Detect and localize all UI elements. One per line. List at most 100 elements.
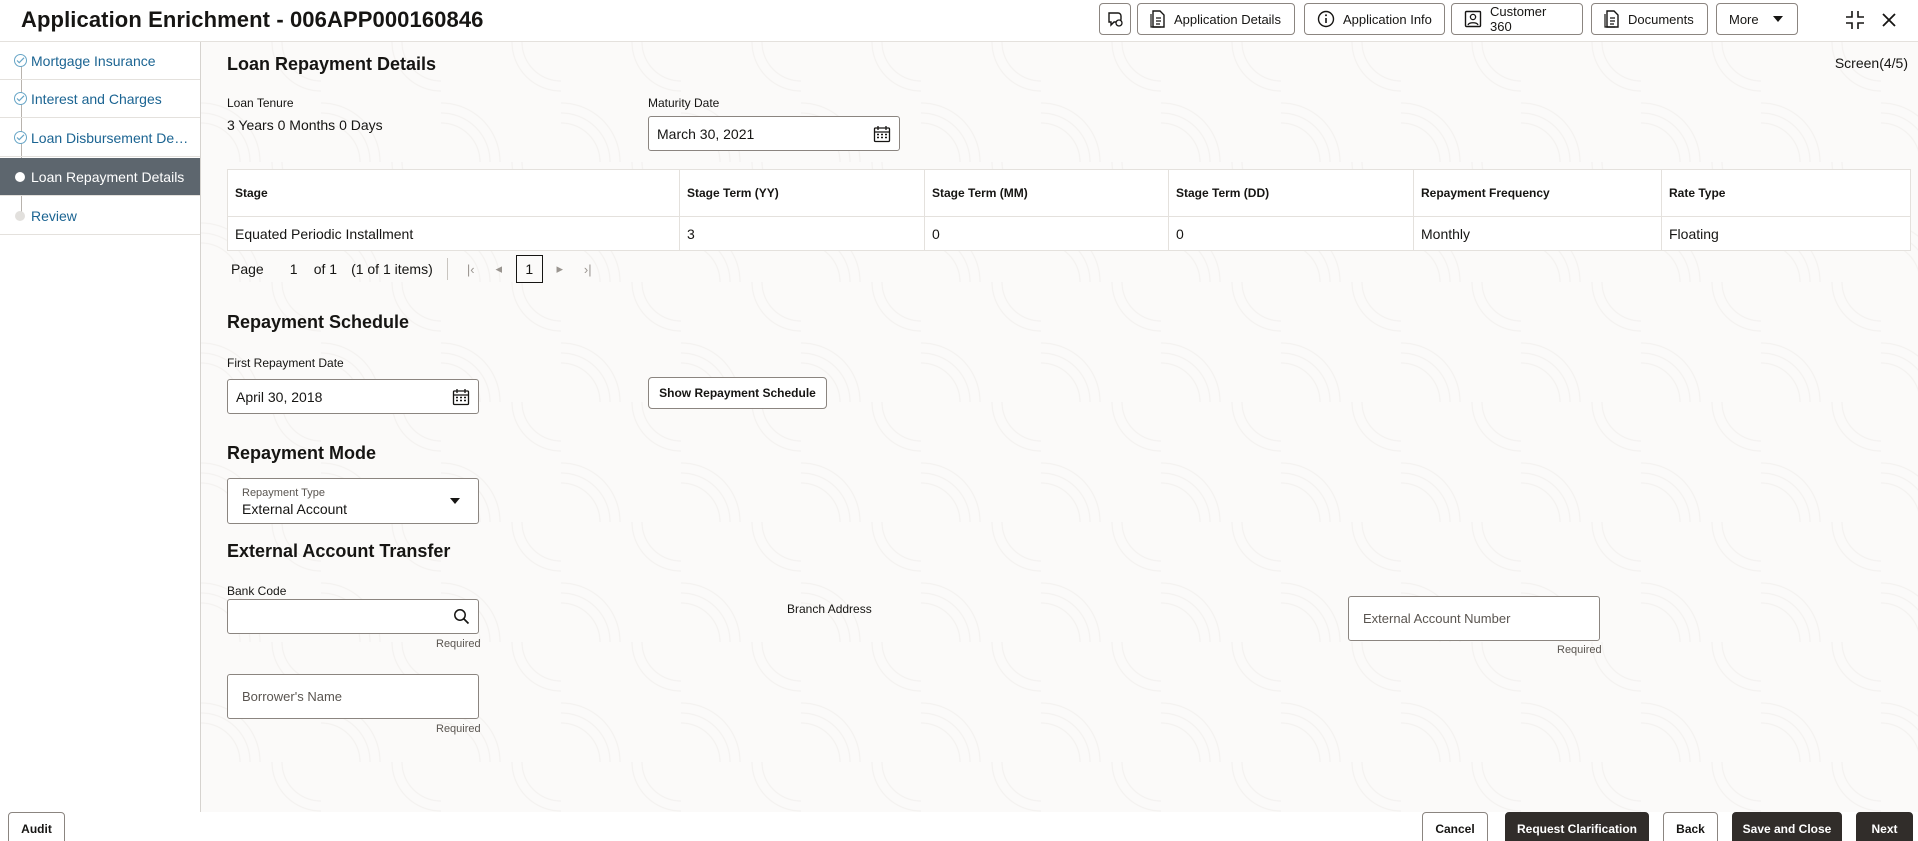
column-header[interactable]: Stage Term (DD) — [1168, 169, 1414, 217]
table-header-row: Stage Stage Term (YY) Stage Term (MM) St… — [227, 169, 1911, 217]
page-number-input[interactable]: 1 — [286, 261, 302, 277]
train-stop-sidebar: Mortgage Insurance Interest and Charges … — [0, 42, 201, 812]
repayment-stage-table: Stage Stage Term (YY) Stage Term (MM) St… — [227, 169, 1911, 251]
last-page-icon[interactable]: ›| — [577, 258, 599, 280]
table-cell: Monthly — [1413, 216, 1662, 251]
info-icon — [1317, 10, 1335, 28]
sidebar-item-label: Mortgage Insurance — [31, 52, 156, 69]
collapse-icon — [1846, 11, 1864, 29]
loan-repayment-title: Loan Repayment Details — [227, 54, 437, 74]
current-page-button[interactable]: 1 — [515, 255, 543, 283]
main-content: Screen(4/5) Loan Repayment Details Loan … — [201, 42, 1918, 812]
cancel-button[interactable]: Cancel — [1422, 812, 1488, 841]
pager-divider — [446, 258, 448, 280]
borrower-name-placeholder: Borrower's Name — [242, 689, 343, 704]
sidebar-item-loan-repayment[interactable]: Loan Repayment Details — [0, 158, 200, 196]
application-details-label: Application Details — [1174, 11, 1281, 27]
sidebar-item-label: Loan Disbursement Details — [31, 129, 191, 146]
previous-page-icon[interactable]: ◂ — [488, 258, 510, 280]
loan-tenure-label: Loan Tenure — [227, 96, 294, 110]
table-cell: 0 — [1168, 216, 1414, 251]
first-page-icon[interactable]: |‹ — [460, 258, 482, 280]
audit-button[interactable]: Audit — [8, 812, 65, 841]
bank-code-required-hint: Required — [436, 638, 481, 650]
external-account-required-hint: Required — [1557, 644, 1602, 656]
first-repayment-date-label: First Repayment Date — [227, 356, 344, 370]
items-count: (1 of 1 items) — [351, 261, 433, 277]
column-header[interactable]: Rate Type — [1661, 169, 1911, 217]
check-circle-icon — [14, 54, 27, 67]
page-of-label: of 1 — [313, 261, 338, 277]
table-row[interactable]: Equated Periodic Installment 3 0 0 Month… — [227, 216, 1911, 251]
more-menu-button[interactable]: More — [1716, 3, 1798, 35]
loan-tenure-value: 3 Years 0 Months 0 Days — [227, 117, 383, 133]
show-repayment-schedule-button[interactable]: Show Repayment Schedule — [648, 377, 827, 409]
check-circle-icon — [14, 92, 27, 105]
maturity-date-value: March 30, 2021 — [657, 125, 755, 142]
maturity-date-field[interactable]: March 30, 2021 — [648, 116, 900, 151]
page-title: Application Enrichment - 006APP000160846 — [21, 7, 484, 32]
save-and-close-button[interactable]: Save and Close — [1732, 812, 1842, 841]
branch-address-label: Branch Address — [787, 602, 872, 616]
current-step-dot-icon — [15, 171, 25, 182]
sidebar-item-interest-and-charges[interactable]: Interest and Charges — [0, 80, 200, 118]
minimize-screen-button[interactable] — [1842, 7, 1868, 33]
column-header[interactable]: Stage Term (MM) — [924, 169, 1169, 217]
application-info-label: Application Info — [1343, 11, 1432, 27]
collaboration-button[interactable] — [1099, 3, 1131, 35]
repayment-type-value: External Account — [242, 501, 348, 517]
documents-button[interactable]: Documents — [1591, 3, 1708, 35]
table-cell: Equated Periodic Installment — [227, 216, 680, 251]
application-info-button[interactable]: Application Info — [1304, 3, 1445, 35]
repayment-mode-title: Repayment Mode — [227, 443, 377, 463]
sidebar-item-loan-disbursement[interactable]: Loan Disbursement Details — [0, 119, 200, 157]
documents-label: Documents — [1628, 11, 1694, 27]
customer-360-label: Customer 360 — [1490, 4, 1547, 34]
bank-code-field[interactable] — [227, 599, 479, 634]
external-account-number-field[interactable]: External Account Number — [1348, 596, 1600, 641]
table-cell: 3 — [679, 216, 925, 251]
repayment-type-select[interactable]: Repayment Type External Account — [227, 478, 479, 524]
maturity-date-label: Maturity Date — [648, 96, 720, 110]
page-label: Page — [231, 261, 264, 277]
first-repayment-date-value: April 30, 2018 — [236, 388, 323, 405]
document-icon — [1150, 10, 1165, 28]
table-cell: Floating — [1669, 225, 1719, 242]
next-page-icon[interactable]: ▸ — [549, 258, 571, 280]
search-icon[interactable] — [453, 608, 470, 625]
chevron-down-icon — [450, 498, 460, 504]
external-account-number-placeholder: External Account Number — [1363, 611, 1511, 626]
calendar-icon[interactable] — [452, 388, 470, 406]
repayment-type-label: Repayment Type — [242, 487, 325, 499]
screen-indicator: Screen(4/5) — [1834, 55, 1908, 71]
check-circle-icon — [14, 131, 27, 144]
customer-360-button[interactable]: Customer 360 — [1451, 3, 1583, 35]
bank-code-label: Bank Code — [227, 584, 287, 598]
sidebar-item-review[interactable]: Review — [0, 197, 200, 235]
back-button[interactable]: Back — [1663, 812, 1718, 841]
pending-step-dot-icon — [15, 210, 25, 221]
repayment-schedule-title: Repayment Schedule — [227, 312, 410, 332]
first-repayment-date-field[interactable]: April 30, 2018 — [227, 379, 479, 414]
table-cell: 0 — [924, 216, 1169, 251]
application-details-button[interactable]: Application Details — [1137, 3, 1295, 35]
borrower-name-field[interactable]: Borrower's Name — [227, 674, 479, 719]
column-header[interactable]: Stage Term (YY) — [679, 169, 925, 217]
app-header: Application Enrichment - 006APP000160846… — [0, 0, 1918, 42]
chat-icon — [1108, 12, 1123, 27]
sidebar-item-label: Loan Repayment Details — [31, 168, 185, 185]
sidebar-item-label: Review — [31, 207, 77, 224]
close-icon — [1882, 13, 1896, 27]
column-header[interactable]: Stage — [227, 169, 680, 217]
column-header[interactable]: Repayment Frequency — [1413, 169, 1662, 217]
borrower-name-required-hint: Required — [436, 723, 481, 735]
user-card-icon — [1464, 10, 1482, 28]
external-account-transfer-title: External Account Transfer — [227, 541, 451, 561]
next-button[interactable]: Next — [1856, 812, 1913, 841]
sidebar-item-mortgage-insurance[interactable]: Mortgage Insurance — [0, 42, 200, 80]
documents-icon — [1604, 10, 1619, 28]
request-clarification-button[interactable]: Request Clarification — [1505, 812, 1649, 841]
close-button[interactable] — [1876, 7, 1902, 33]
chevron-down-icon — [1772, 16, 1783, 22]
calendar-icon[interactable] — [873, 125, 891, 143]
